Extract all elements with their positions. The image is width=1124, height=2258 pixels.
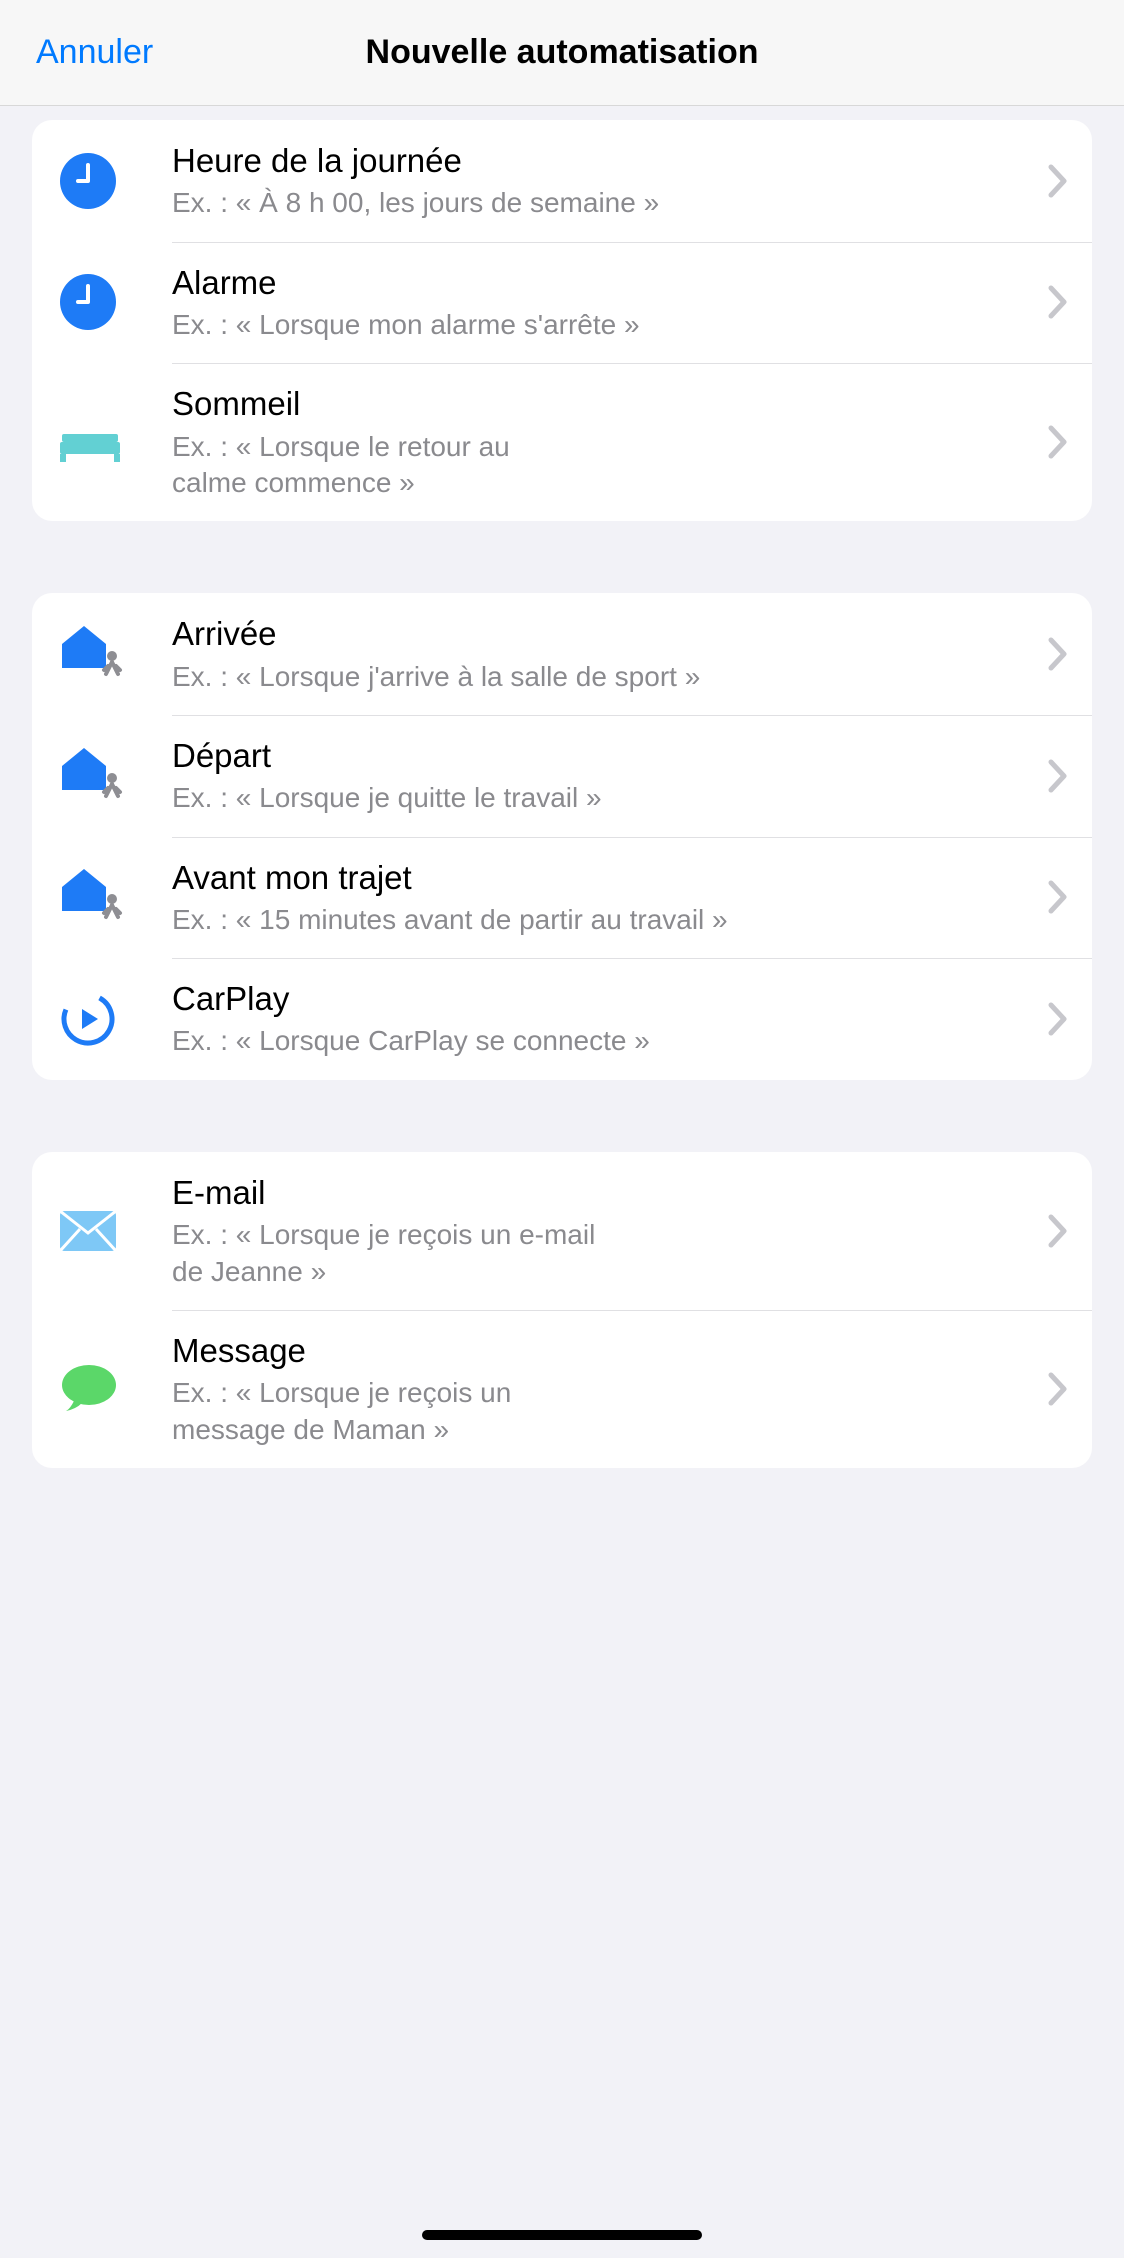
trigger-email[interactable]: E-mail Ex. : « Lorsque je reçois un e-ma…: [32, 1152, 1092, 1310]
row-subtitle: Ex. : « Lorsque je reçois un e-mail de J…: [172, 1217, 622, 1290]
trigger-group-location: Arrivée Ex. : « Lorsque j'arrive à la sa…: [32, 593, 1092, 1080]
home-indicator[interactable]: [422, 2230, 702, 2240]
cancel-button[interactable]: Annuler: [36, 33, 153, 72]
mail-icon: [56, 1211, 172, 1251]
chevron-right-icon: [1048, 1372, 1068, 1406]
row-title: Départ: [172, 735, 1036, 776]
row-subtitle: Ex. : « Lorsque CarPlay se connecte »: [172, 1023, 772, 1059]
row-title: E-mail: [172, 1172, 1036, 1213]
row-title: Message: [172, 1330, 1036, 1371]
chevron-right-icon: [1048, 425, 1068, 459]
bed-icon: [56, 422, 172, 462]
trigger-group-time: Heure de la journée Ex. : « À 8 h 00, le…: [32, 120, 1092, 521]
trigger-arrive[interactable]: Arrivée Ex. : « Lorsque j'arrive à la sa…: [32, 593, 1092, 715]
row-subtitle: Ex. : « À 8 h 00, les jours de semaine »: [172, 185, 692, 221]
row-subtitle: Ex. : « Lorsque je quitte le travail »: [172, 780, 692, 816]
chevron-right-icon: [1048, 880, 1068, 914]
trigger-carplay[interactable]: CarPlay Ex. : « Lorsque CarPlay se conne…: [32, 958, 1092, 1080]
home-person-icon: [56, 867, 172, 927]
chevron-right-icon: [1048, 164, 1068, 198]
row-subtitle: Ex. : « 15 minutes avant de partir au tr…: [172, 902, 772, 938]
row-title: Alarme: [172, 262, 1036, 303]
trigger-before-commute[interactable]: Avant mon trajet Ex. : « 15 minutes avan…: [32, 837, 1092, 959]
trigger-leave[interactable]: Départ Ex. : « Lorsque je quitte le trav…: [32, 715, 1092, 837]
clock-icon: [56, 274, 172, 330]
modal-header: Annuler Nouvelle automatisation: [0, 0, 1124, 106]
chevron-right-icon: [1048, 285, 1068, 319]
row-title: Avant mon trajet: [172, 857, 1036, 898]
clock-icon: [56, 153, 172, 209]
row-subtitle: Ex. : « Lorsque j'arrive à la salle de s…: [172, 659, 772, 695]
row-title: Arrivée: [172, 613, 1036, 654]
home-person-icon: [56, 624, 172, 684]
carplay-icon: [56, 991, 172, 1047]
trigger-message[interactable]: Message Ex. : « Lorsque je reçois un mes…: [32, 1310, 1092, 1468]
row-subtitle: Ex. : « Lorsque le retour au calme comme…: [172, 429, 512, 502]
chevron-right-icon: [1048, 1214, 1068, 1248]
home-person-icon: [56, 746, 172, 806]
content-area: Heure de la journée Ex. : « À 8 h 00, le…: [0, 106, 1124, 1468]
chevron-right-icon: [1048, 759, 1068, 793]
page-title: Nouvelle automatisation: [0, 33, 1124, 72]
row-subtitle: Ex. : « Lorsque je reçois un message de …: [172, 1375, 622, 1448]
row-title: Heure de la journée: [172, 140, 1036, 181]
row-title: CarPlay: [172, 978, 1036, 1019]
trigger-sleep[interactable]: Sommeil Ex. : « Lorsque le retour au cal…: [32, 363, 1092, 521]
chevron-right-icon: [1048, 1002, 1068, 1036]
trigger-time-of-day[interactable]: Heure de la journée Ex. : « À 8 h 00, le…: [32, 120, 1092, 242]
row-subtitle: Ex. : « Lorsque mon alarme s'arrête »: [172, 307, 692, 343]
message-icon: [56, 1363, 172, 1415]
chevron-right-icon: [1048, 637, 1068, 671]
row-title: Sommeil: [172, 383, 1036, 424]
trigger-alarm[interactable]: Alarme Ex. : « Lorsque mon alarme s'arrê…: [32, 242, 1092, 364]
trigger-group-communication: E-mail Ex. : « Lorsque je reçois un e-ma…: [32, 1152, 1092, 1468]
